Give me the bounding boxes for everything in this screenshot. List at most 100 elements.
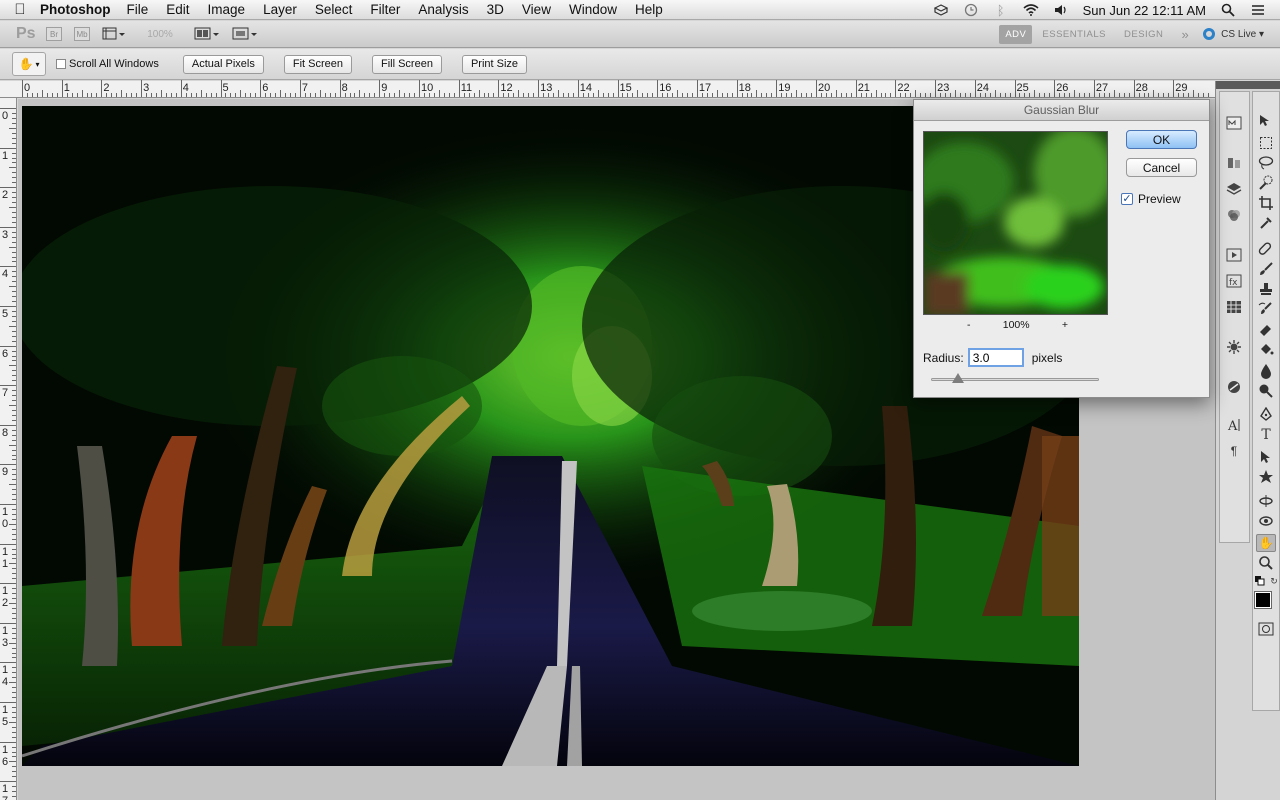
- hand-tool-icon-active[interactable]: ✋: [1256, 534, 1276, 552]
- 3d-orbit-tool-icon[interactable]: [1258, 514, 1274, 528]
- menu-filter[interactable]: Filter: [370, 2, 400, 17]
- radius-input[interactable]: [967, 348, 1024, 367]
- layers-icon[interactable]: [1226, 182, 1242, 196]
- menu-view[interactable]: View: [522, 2, 551, 17]
- scroll-all-windows-box[interactable]: [56, 59, 66, 69]
- crop-tool-icon[interactable]: [1258, 196, 1274, 210]
- blur-preview[interactable]: [923, 131, 1108, 315]
- pen-tool-icon[interactable]: [1258, 407, 1274, 422]
- menu-3d[interactable]: 3D: [487, 2, 504, 17]
- menu-help[interactable]: Help: [635, 2, 663, 17]
- swap-colors-icon[interactable]: ↻: [1269, 576, 1279, 586]
- menu-analysis[interactable]: Analysis: [418, 2, 468, 17]
- menu-file[interactable]: File: [127, 2, 149, 17]
- quick-mask-icon[interactable]: [1258, 622, 1274, 636]
- vertical-ruler[interactable]: 01234567891011121314151617: [0, 98, 17, 800]
- eraser-tool-icon[interactable]: [1258, 322, 1274, 336]
- ok-button[interactable]: OK: [1126, 130, 1197, 149]
- ruler-minor-tick: [523, 93, 525, 97]
- fit-screen-button[interactable]: Fit Screen: [283, 54, 352, 74]
- lasso-tool-icon[interactable]: [1258, 156, 1274, 170]
- actions-icon[interactable]: [1226, 248, 1242, 262]
- blur-tool-icon[interactable]: [1258, 364, 1274, 379]
- adjustments-icon[interactable]: [1226, 340, 1242, 354]
- clock[interactable]: Sun Jun 22 12:11 AM: [1083, 3, 1206, 18]
- menu-select[interactable]: Select: [315, 2, 353, 17]
- paragraph-panel-icon[interactable]: ¶: [1226, 444, 1242, 458]
- 3d-rotate-tool-icon[interactable]: [1258, 494, 1274, 508]
- screen-mode-button[interactable]: [232, 25, 258, 43]
- menu-image[interactable]: Image: [208, 2, 246, 17]
- clone-stamp-tool-icon[interactable]: [1258, 282, 1274, 296]
- time-machine-icon[interactable]: [963, 3, 979, 17]
- spotlight-icon[interactable]: [1220, 3, 1236, 17]
- default-colors-icon[interactable]: [1255, 576, 1265, 586]
- shape-tool-icon[interactable]: [1258, 470, 1274, 484]
- ruler-minor-tick: [870, 93, 872, 97]
- zoom-out-button[interactable]: -: [967, 319, 971, 331]
- menu-window[interactable]: Window: [569, 2, 617, 17]
- ruler-minor-tick: [771, 93, 773, 97]
- ruler-minor-tick: [136, 93, 138, 97]
- marquee-tool-icon[interactable]: [1258, 136, 1274, 150]
- ruler-top-label: 19: [778, 82, 791, 94]
- menu-layer[interactable]: Layer: [263, 2, 297, 17]
- ruler-minor-tick: [91, 93, 93, 97]
- fill-screen-button[interactable]: Fill Screen: [371, 54, 442, 74]
- view-extras-button[interactable]: [102, 25, 126, 43]
- bridge-button[interactable]: Br: [46, 25, 62, 43]
- workspace-design[interactable]: DESIGN: [1124, 29, 1163, 40]
- path-selection-tool-icon[interactable]: [1258, 450, 1274, 464]
- horizontal-ruler[interactable]: 0 1 2 3 4 5 6 7 8 9 10 11 12 13 14 15 16 17 18 19 20 21 22 23 24…: [0, 80, 1215, 98]
- paint-bucket-tool-icon[interactable]: [1258, 342, 1274, 356]
- channels-icon[interactable]: [1226, 208, 1242, 222]
- zoom-in-button[interactable]: +: [1062, 319, 1068, 331]
- spot-healing-tool-icon[interactable]: [1258, 242, 1274, 256]
- preview-checkbox-box[interactable]: ✓: [1121, 193, 1133, 205]
- zoom-level-select[interactable]: 100%: [138, 25, 182, 43]
- quick-selection-tool-icon[interactable]: [1258, 175, 1274, 190]
- menu-edit[interactable]: Edit: [166, 2, 189, 17]
- workspace-essentials[interactable]: ESSENTIALS: [1042, 29, 1106, 40]
- preview-checkbox[interactable]: ✓ Preview: [1121, 192, 1181, 206]
- list-icon[interactable]: [1250, 3, 1266, 17]
- dock-header[interactable]: [1216, 81, 1280, 89]
- actual-pixels-button[interactable]: Actual Pixels: [182, 54, 264, 74]
- mini-bridge-panel-icon[interactable]: [1226, 116, 1242, 130]
- history-brush-tool-icon[interactable]: [1258, 302, 1274, 316]
- dropbox-icon[interactable]: [933, 3, 949, 17]
- move-tool-icon[interactable]: [1258, 114, 1274, 128]
- cancel-button[interactable]: Cancel: [1126, 158, 1197, 177]
- dialog-title[interactable]: Gaussian Blur: [914, 100, 1209, 121]
- swatches-icon[interactable]: [1226, 300, 1242, 314]
- arrange-documents-button[interactable]: [194, 25, 220, 43]
- history-icon[interactable]: [1226, 156, 1242, 170]
- cs-live-button[interactable]: CS Live ▾: [1203, 28, 1264, 40]
- styles-icon[interactable]: fx: [1226, 274, 1242, 288]
- more-workspaces-button[interactable]: »: [1181, 27, 1189, 42]
- print-size-button[interactable]: Print Size: [461, 54, 528, 74]
- tool-preset-picker[interactable]: ✋ ▾: [12, 52, 46, 76]
- bluetooth-icon[interactable]: ᛒ: [993, 3, 1009, 18]
- character-panel-icon[interactable]: A: [1226, 418, 1242, 433]
- app-menu[interactable]: Photoshop: [40, 2, 111, 17]
- radius-slider-thumb[interactable]: [952, 373, 964, 383]
- ruler-minor-tick: [12, 568, 16, 570]
- ruler-minor-tick: [925, 93, 927, 97]
- brush-tool-icon[interactable]: [1258, 262, 1274, 276]
- foreground-color-swatch[interactable]: [1254, 591, 1272, 609]
- masks-icon[interactable]: [1226, 380, 1242, 394]
- mini-bridge-button[interactable]: Mb: [74, 25, 90, 43]
- dodge-tool-icon[interactable]: [1258, 384, 1274, 398]
- eyedropper-tool-icon[interactable]: [1258, 216, 1274, 230]
- ruler-minor-tick: [309, 93, 311, 97]
- ruler-minor-tick: [1193, 90, 1195, 97]
- ruler-minor-tick: [761, 93, 763, 97]
- scroll-all-windows-checkbox[interactable]: Scroll All Windows: [56, 58, 159, 70]
- apple-menu-icon[interactable]: : [0, 1, 40, 18]
- volume-icon[interactable]: [1053, 3, 1069, 17]
- workspace-adv[interactable]: ADV: [999, 24, 1033, 44]
- type-tool-icon[interactable]: T: [1258, 427, 1274, 443]
- zoom-tool-icon[interactable]: [1258, 556, 1274, 570]
- wifi-icon[interactable]: [1023, 3, 1039, 17]
